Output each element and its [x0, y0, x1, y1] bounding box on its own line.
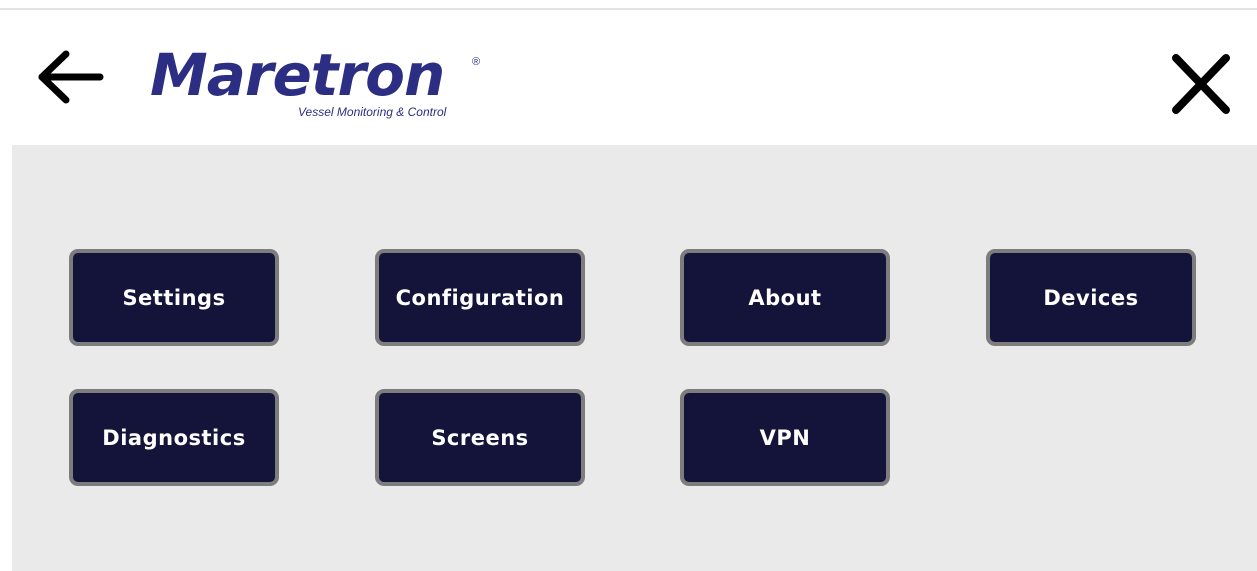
devices-button[interactable]: Devices	[986, 249, 1196, 346]
about-label: About	[748, 285, 822, 310]
vpn-button[interactable]: VPN	[680, 389, 890, 486]
logo-tagline: Vessel Monitoring & Control	[298, 105, 447, 119]
configuration-label: Configuration	[395, 285, 565, 310]
close-x-icon	[1172, 54, 1230, 114]
menu-panel: Settings Configuration About Devices Dia…	[12, 145, 1257, 571]
arrow-left-icon	[38, 50, 104, 104]
diagnostics-button[interactable]: Diagnostics	[69, 389, 279, 486]
header-bar: Maretron ® Vessel Monitoring & Control	[0, 10, 1257, 145]
settings-label: Settings	[122, 285, 226, 310]
screens-button[interactable]: Screens	[375, 389, 585, 486]
diagnostics-label: Diagnostics	[102, 425, 246, 450]
logo-registered-mark: ®	[472, 56, 481, 68]
screens-label: Screens	[431, 425, 529, 450]
vpn-label: VPN	[759, 425, 811, 450]
maretron-logo: Maretron ® Vessel Monitoring & Control	[150, 44, 490, 132]
devices-label: Devices	[1043, 285, 1139, 310]
logo-wordmark: Maretron	[150, 41, 445, 109]
close-button[interactable]	[1170, 52, 1232, 116]
configuration-button[interactable]: Configuration	[375, 249, 585, 346]
settings-button[interactable]: Settings	[69, 249, 279, 346]
back-button[interactable]	[36, 50, 108, 104]
about-button[interactable]: About	[680, 249, 890, 346]
